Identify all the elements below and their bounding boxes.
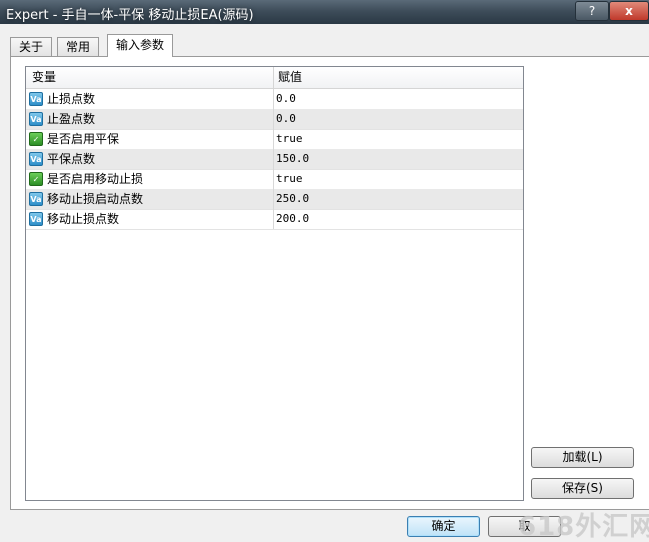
- boolean-param-icon: ✓: [29, 132, 43, 146]
- param-value[interactable]: true: [276, 129, 303, 149]
- save-button[interactable]: 保存(S): [531, 478, 634, 499]
- param-value[interactable]: 0.0: [276, 109, 296, 129]
- param-row[interactable]: Va 止损点数 0.0: [26, 89, 523, 110]
- parameters-grid: 变量 赋值 Va 止损点数 0.0 Va 止盈点数 0.0 ✓ 是否启用平保 t…: [25, 66, 524, 501]
- load-button[interactable]: 加载(L): [531, 447, 634, 468]
- close-button[interactable]: x: [609, 1, 649, 21]
- param-value[interactable]: 250.0: [276, 189, 309, 209]
- numeric-param-icon: Va: [29, 92, 43, 106]
- param-value[interactable]: 0.0: [276, 89, 296, 109]
- param-row[interactable]: Va 止盈点数 0.0: [26, 109, 523, 130]
- param-name: 止损点数: [47, 92, 96, 106]
- numeric-param-icon: Va: [29, 212, 43, 226]
- numeric-param-icon: Va: [29, 152, 43, 166]
- inputs-panel: 变量 赋值 Va 止损点数 0.0 Va 止盈点数 0.0 ✓ 是否启用平保 t…: [10, 56, 649, 510]
- param-name: 平保点数: [47, 152, 96, 166]
- cell-divider: [273, 169, 274, 189]
- cell-divider: [273, 129, 274, 149]
- cell-divider: [273, 149, 274, 169]
- boolean-param-icon: ✓: [29, 172, 43, 186]
- param-name: 是否启用移动止损: [47, 172, 144, 186]
- param-name: 移动止损启动点数: [47, 192, 144, 206]
- tab-common[interactable]: 常用: [57, 37, 100, 56]
- param-name: 止盈点数: [47, 112, 96, 126]
- param-name: 移动止损点数: [47, 212, 120, 226]
- param-row[interactable]: Va 平保点数 150.0: [26, 149, 523, 170]
- numeric-param-icon: Va: [29, 192, 43, 206]
- column-divider[interactable]: [273, 67, 274, 88]
- window-title: Expert - 手自一体-平保 移动止损EA(源码): [6, 8, 254, 23]
- grid-header: 变量 赋值: [26, 67, 523, 89]
- param-value[interactable]: 200.0: [276, 209, 309, 229]
- column-header-value[interactable]: 赋值: [278, 67, 302, 88]
- site-watermark: 618外汇网: [518, 512, 649, 542]
- cell-divider: [273, 109, 274, 129]
- cell-divider: [273, 89, 274, 109]
- param-value[interactable]: true: [276, 169, 303, 189]
- numeric-param-icon: Va: [29, 112, 43, 126]
- title-bar[interactable]: Expert - 手自一体-平保 移动止损EA(源码) ? x: [0, 0, 649, 24]
- ok-button[interactable]: 确定: [407, 516, 480, 537]
- tab-about[interactable]: 关于: [10, 37, 53, 56]
- column-header-variable[interactable]: 变量: [32, 67, 56, 88]
- param-value[interactable]: 150.0: [276, 149, 309, 169]
- param-row[interactable]: Va 移动止损点数 200.0: [26, 209, 523, 230]
- param-row[interactable]: ✓ 是否启用移动止损 true: [26, 169, 523, 190]
- expert-properties-dialog: Expert - 手自一体-平保 移动止损EA(源码) ? x 关于 常用 输入…: [0, 0, 649, 542]
- cell-divider: [273, 209, 274, 229]
- param-name: 是否启用平保: [47, 132, 120, 146]
- help-button[interactable]: ?: [575, 1, 609, 21]
- tab-inputs[interactable]: 输入参数: [107, 34, 174, 57]
- param-row[interactable]: Va 移动止损启动点数 250.0: [26, 189, 523, 210]
- cell-divider: [273, 189, 274, 209]
- param-row[interactable]: ✓ 是否启用平保 true: [26, 129, 523, 150]
